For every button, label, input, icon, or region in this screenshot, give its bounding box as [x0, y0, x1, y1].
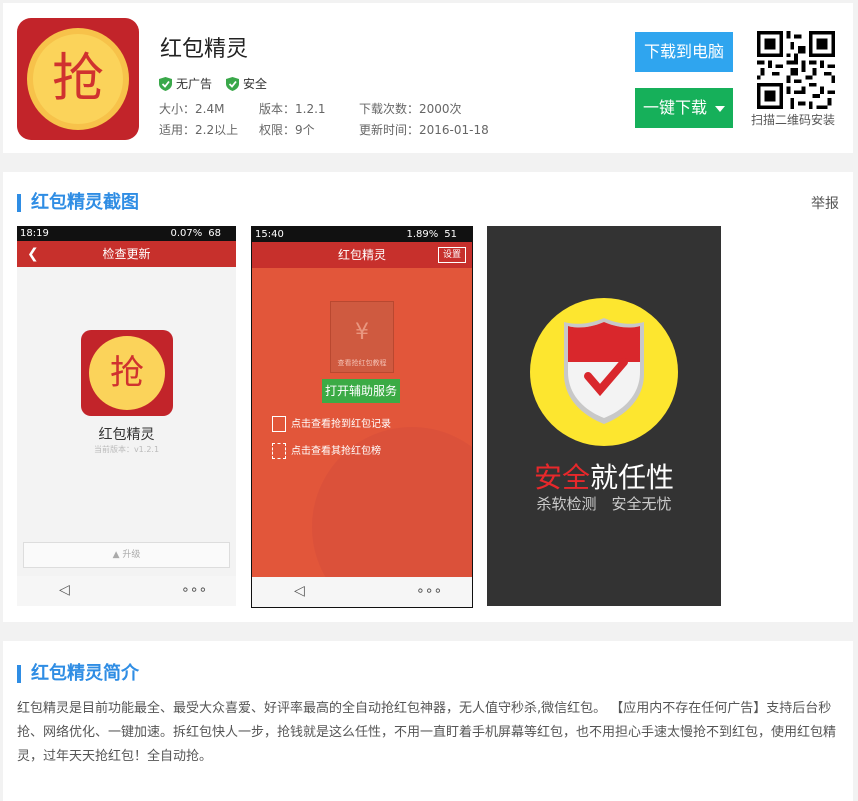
app-icon-glyph: 抢: [51, 49, 104, 109]
caret-down-icon: [715, 105, 725, 112]
meta-permissions: 权限：9个: [259, 123, 315, 137]
meta-size: 大小：2.4M: [159, 102, 225, 116]
status-traffic: 1.89%: [406, 229, 439, 240]
toolbar: 红包精灵 设置: [252, 242, 472, 268]
screenshot-2[interactable]: 15:40 1.89% 51 红包精灵 设置 ¥ 查看抢红包教程 打开辅助服务 点击查…: [251, 226, 473, 608]
rocket-icon: ▲: [112, 550, 123, 560]
status-traffic: 0.07%: [170, 228, 203, 239]
record-link-row: 点击查看抢到红包记录: [272, 415, 391, 432]
slogan-white: 就任性: [590, 461, 675, 494]
app-badges: 无广告 安全: [159, 75, 267, 92]
app-icon-glyph: 抢: [110, 353, 144, 393]
status-bar: 15:40 1.89% 51: [252, 227, 472, 242]
toolbar: ❮ 检查更新: [17, 241, 236, 267]
nav-back-icon: ◁: [294, 583, 305, 599]
rank-link-row: 点击查看其抢红包榜: [272, 442, 381, 459]
report-link[interactable]: 举报: [811, 193, 839, 213]
safe-badge: 安全: [226, 75, 267, 92]
screenshots-title: 红包精灵截图: [17, 194, 139, 212]
qr-code-icon: [757, 31, 835, 109]
nav-more-icon: ∘∘∘: [181, 582, 208, 598]
intro-card: 红包精灵简介 红包精灵是目前功能最全、最受大众喜爱、好评率最高的全自动抢红包神器…: [3, 641, 853, 801]
meta-updated: 更新时间：2016-01-18: [359, 123, 489, 137]
slogan-red: 安全: [533, 461, 590, 494]
app-name: 红包精灵: [98, 427, 155, 443]
battery-level: 51: [444, 229, 457, 240]
toolbar-title: 检查更新: [102, 247, 151, 261]
upgrade-button: ▲ 升级: [23, 542, 230, 568]
one-click-download-button[interactable]: 一键下载: [635, 88, 733, 128]
status-bar: 18:19 0.07% 68: [17, 226, 236, 241]
nav-bar: ◁ ∘∘∘: [17, 576, 236, 606]
no-ads-label: 无广告: [176, 77, 213, 91]
intro-title: 红包精灵简介: [17, 665, 139, 683]
status-time: 15:40: [255, 229, 284, 240]
screenshot-3[interactable]: 安全就任性 杀软检测 安全无忧: [487, 226, 721, 606]
rank-link: 点击查看其抢红包榜: [291, 446, 381, 457]
nav-more-icon: ∘∘∘: [416, 583, 443, 599]
security-shield-icon: [564, 318, 644, 424]
red-envelope-image: ¥ 查看抢红包教程: [330, 301, 394, 373]
slogan: 安全就任性: [487, 456, 721, 496]
nav-back-icon: ◁: [59, 582, 70, 598]
screenshots-card: 红包精灵截图 举报 18:19 0.07% 68 ❮ 检查更新 抢 红包精灵 当前版本…: [3, 172, 853, 622]
upgrade-label: 升级: [122, 550, 141, 560]
list-icon: [272, 443, 286, 459]
qr-caption: 扫描二维码安装: [751, 113, 836, 127]
record-link: 点击查看抢到红包记录: [291, 419, 391, 430]
app-header-card: 抢 红包精灵 无广告 安全 大小：2.4M 版本：1.2.1 下载次数：2000…: [3, 3, 853, 153]
meta-compat: 适用：2.2以上: [159, 123, 239, 137]
meta-version: 版本：1.2.1: [259, 102, 326, 116]
download-to-pc-button[interactable]: 下载到电脑: [635, 32, 733, 72]
app-icon: 抢: [81, 330, 173, 416]
no-ads-badge: 无广告: [159, 75, 212, 92]
shield-check-icon: [159, 76, 172, 91]
status-time: 18:19: [20, 228, 49, 239]
toolbar-title: 红包精灵: [337, 248, 386, 262]
screenshot-1[interactable]: 18:19 0.07% 68 ❮ 检查更新 抢 红包精灵 当前版本：v1.2.1 ▲ …: [17, 226, 236, 606]
envelope-caption: 查看抢红包教程: [337, 359, 387, 367]
app-icon: 抢: [17, 18, 139, 140]
clipboard-icon: [272, 416, 286, 432]
yuan-icon: ¥: [355, 320, 369, 345]
nav-bar: ◁ ∘∘∘: [252, 577, 472, 607]
one-click-download-label: 一键下载: [642, 98, 707, 117]
intro-text: 红包精灵是目前功能最全、最受大众喜爱、好评率最高的全自动抢红包神器，无人值守秒杀…: [17, 701, 837, 764]
version-line: 当前版本：v1.2.1: [93, 445, 160, 454]
slogan-subline: 杀软检测 安全无忧: [536, 495, 672, 513]
open-service-button: 打开辅助服务: [322, 379, 400, 403]
settings-button: 设置: [437, 247, 466, 263]
meta-downloads: 下载次数：2000次: [359, 102, 462, 116]
app-title: 红包精灵: [160, 37, 249, 62]
back-arrow-icon: ❮: [27, 246, 39, 262]
shield-check-icon: [226, 76, 240, 91]
safe-label: 安全: [243, 77, 268, 91]
battery-level: 68: [208, 228, 221, 239]
